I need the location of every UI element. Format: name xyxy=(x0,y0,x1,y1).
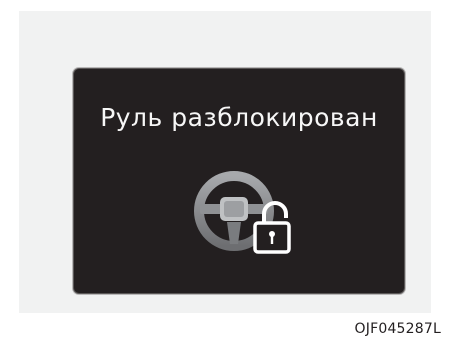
cluster-display: Руль разблокирован xyxy=(73,68,405,294)
steering-wheel-unlocked-icon xyxy=(186,166,304,262)
steering-unlocked-message: Руль разблокирован xyxy=(100,103,378,132)
figure-code: OJF045287L xyxy=(354,321,441,337)
